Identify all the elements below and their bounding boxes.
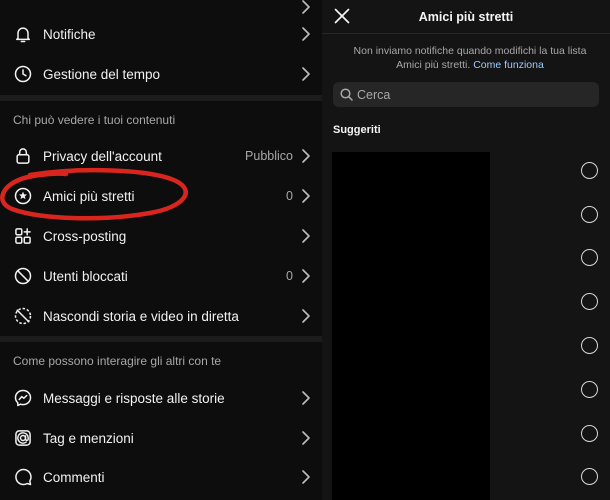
how-it-works-link[interactable]: Come funziona — [473, 59, 544, 71]
messenger-icon — [10, 385, 36, 411]
chevron-right-icon — [300, 27, 312, 41]
settings-row-notifications[interactable]: Notifiche — [0, 14, 322, 54]
settings-row-account-privacy[interactable]: Privacy dell'account Pubblico — [0, 136, 322, 176]
settings-row-label: Nascondi storia e video in diretta — [43, 308, 239, 324]
chevron-right-icon — [300, 470, 312, 484]
settings-row-label: Utenti bloccati — [43, 268, 128, 284]
settings-row-tags[interactable]: Tag e menzioni — [0, 418, 322, 458]
settings-row-label: Notifiche — [43, 26, 96, 42]
select-user-radio[interactable] — [581, 381, 598, 398]
settings-row-label: Commenti — [43, 469, 105, 485]
settings-row-crossposting[interactable]: Cross-posting — [0, 216, 322, 256]
bell-icon — [10, 21, 36, 47]
chevron-right-icon — [300, 269, 312, 283]
chevron-right-icon — [300, 229, 312, 243]
close-friends-panel: Amici più stretti Non inviamo notifiche … — [322, 0, 610, 500]
search-input[interactable] — [357, 82, 587, 107]
search-icon — [340, 88, 353, 101]
settings-row-comments[interactable]: Commenti — [0, 457, 322, 497]
settings-row-label: Messaggi e risposte alle storie — [43, 390, 225, 406]
select-user-radio[interactable] — [581, 293, 598, 310]
settings-row-label: Privacy dell'account — [43, 148, 162, 164]
suggestions-heading: Suggeriti — [333, 124, 381, 136]
crossposting-icon — [10, 223, 36, 249]
section-divider — [0, 336, 322, 342]
section-header-how-others-interact: Come possono interagire gli altri con te — [13, 354, 222, 368]
select-user-radio[interactable] — [581, 162, 598, 179]
notice-body: Non inviamo notifiche quando modifichi l… — [353, 45, 587, 71]
chevron-right-icon — [300, 189, 312, 203]
search-bar — [333, 82, 599, 107]
chevron-right-icon — [300, 67, 312, 81]
chevron-right-icon — [300, 309, 312, 323]
hide-story-icon — [10, 303, 36, 329]
settings-row-value: 0 — [286, 189, 293, 203]
select-user-radio[interactable] — [581, 337, 598, 354]
star-circle-icon — [10, 183, 36, 209]
settings-row-close-friends[interactable]: Amici più stretti 0 — [0, 176, 322, 216]
panel-title: Amici più stretti — [418, 10, 514, 24]
select-user-radio[interactable] — [581, 425, 598, 442]
settings-row-label: Amici più stretti — [43, 188, 135, 204]
settings-row-hide-story[interactable]: Nascondi storia e video in diretta — [0, 296, 322, 336]
clock-icon — [10, 61, 36, 87]
blocked-icon — [10, 263, 36, 289]
settings-row-value: Pubblico — [245, 149, 293, 163]
settings-row-blocked-users[interactable]: Utenti bloccati 0 — [0, 256, 322, 296]
settings-row-label: Cross-posting — [43, 228, 127, 244]
settings-row-time-management[interactable]: Gestione del tempo — [0, 54, 322, 94]
section-header-who-can-see: Chi può vedere i tuoi contenuti — [13, 113, 176, 127]
settings-row-messages[interactable]: Messaggi e risposte alle storie — [0, 378, 322, 418]
at-icon — [10, 425, 36, 451]
settings-panel: Notifiche Gestione del tempo Chi può ved… — [0, 0, 322, 500]
chevron-right-icon — [300, 149, 312, 163]
lock-icon — [10, 143, 36, 169]
settings-row-value: 0 — [286, 269, 293, 283]
redacted-user-list — [332, 152, 490, 500]
settings-row-label: Tag e menzioni — [43, 430, 134, 446]
section-divider — [0, 95, 322, 101]
chevron-right-icon — [300, 431, 312, 445]
settings-row-label: Gestione del tempo — [43, 66, 161, 82]
chevron-right-icon — [300, 0, 312, 14]
chevron-right-icon — [300, 391, 312, 405]
select-user-radio[interactable] — [581, 249, 598, 266]
select-user-radio[interactable] — [581, 468, 598, 485]
panel-header: Amici più stretti — [322, 0, 610, 34]
comment-icon — [10, 464, 36, 490]
select-user-radio[interactable] — [581, 206, 598, 223]
notice-text: Non inviamo notifiche quando modifichi l… — [342, 44, 598, 72]
